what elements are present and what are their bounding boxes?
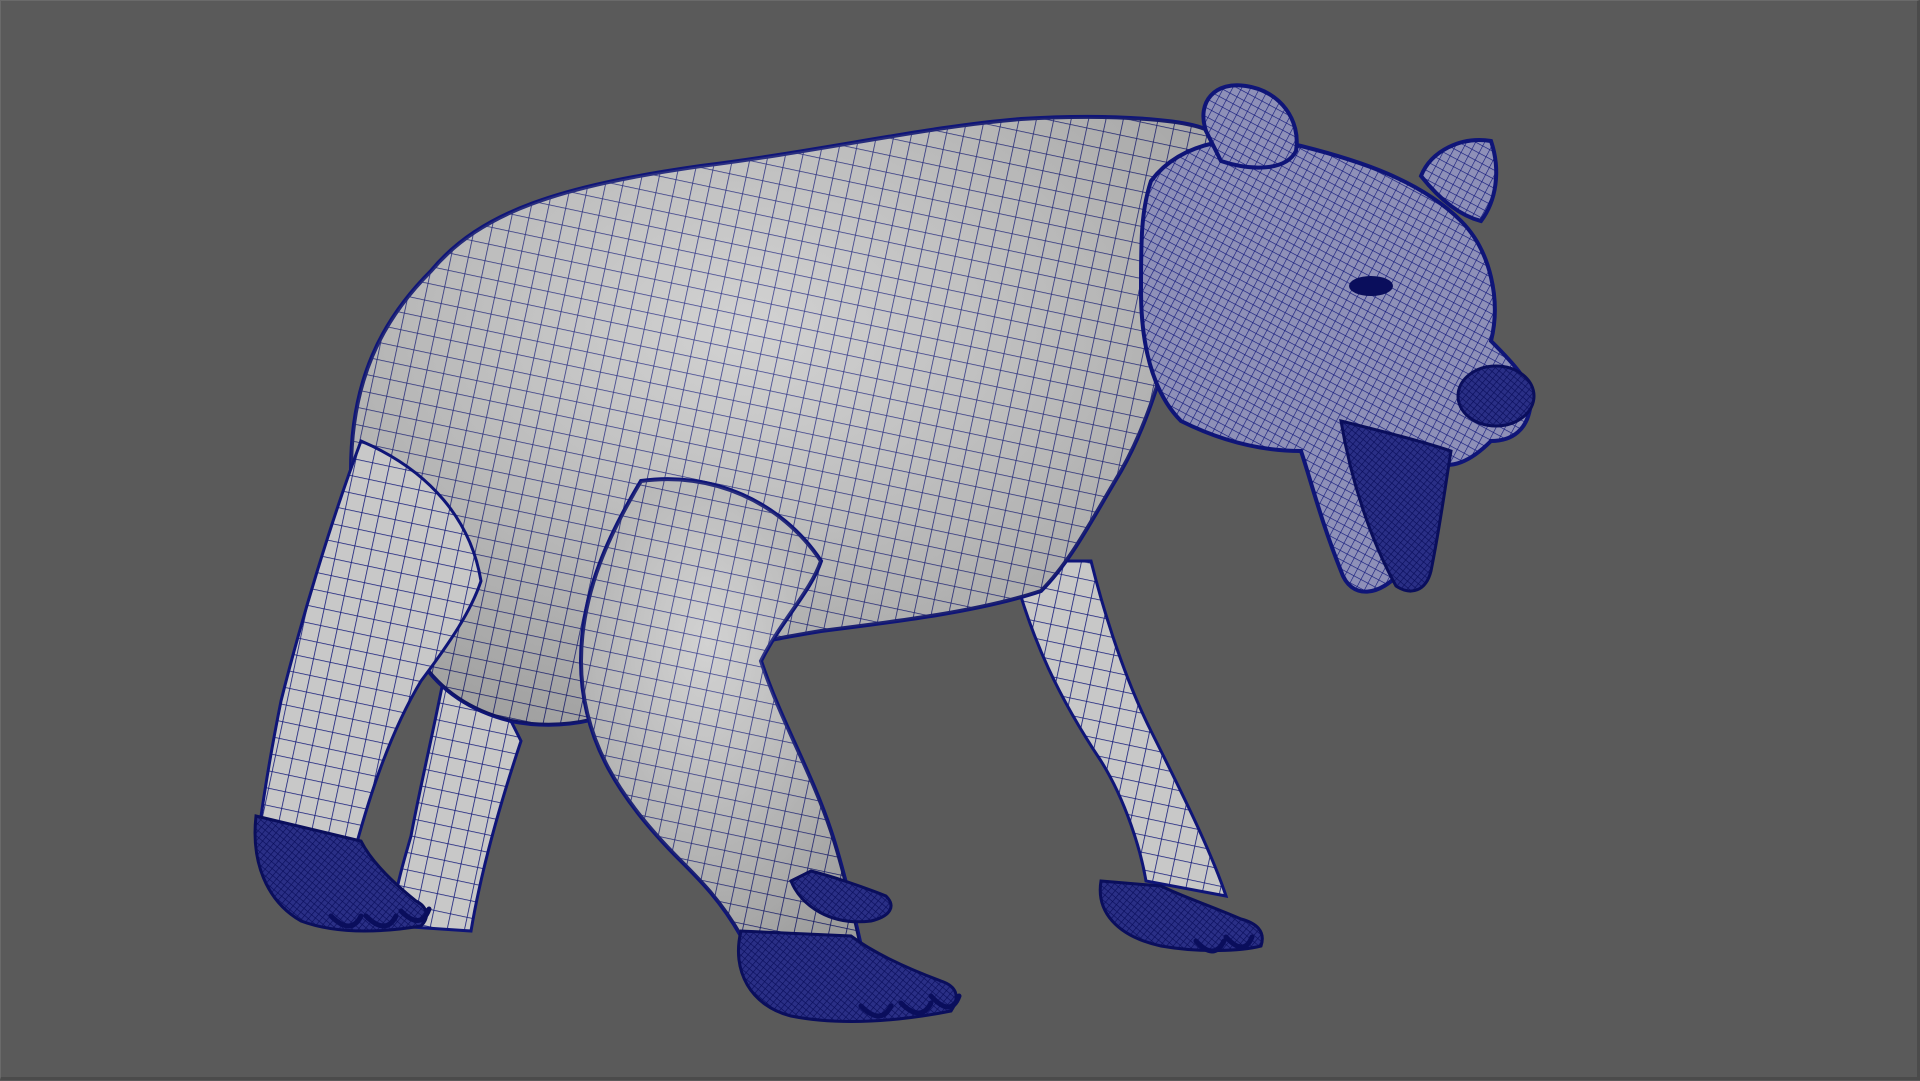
bear-wireframe-model[interactable] [1, 1, 1920, 1081]
paw-front-near [736, 929, 958, 1023]
front-leg-far [1009, 559, 1229, 898]
nose [1456, 364, 1536, 428]
paw-front-far [1098, 879, 1264, 953]
ear-left [1201, 83, 1299, 170]
3d-viewport[interactable] [0, 0, 1920, 1080]
eye [1349, 276, 1393, 296]
